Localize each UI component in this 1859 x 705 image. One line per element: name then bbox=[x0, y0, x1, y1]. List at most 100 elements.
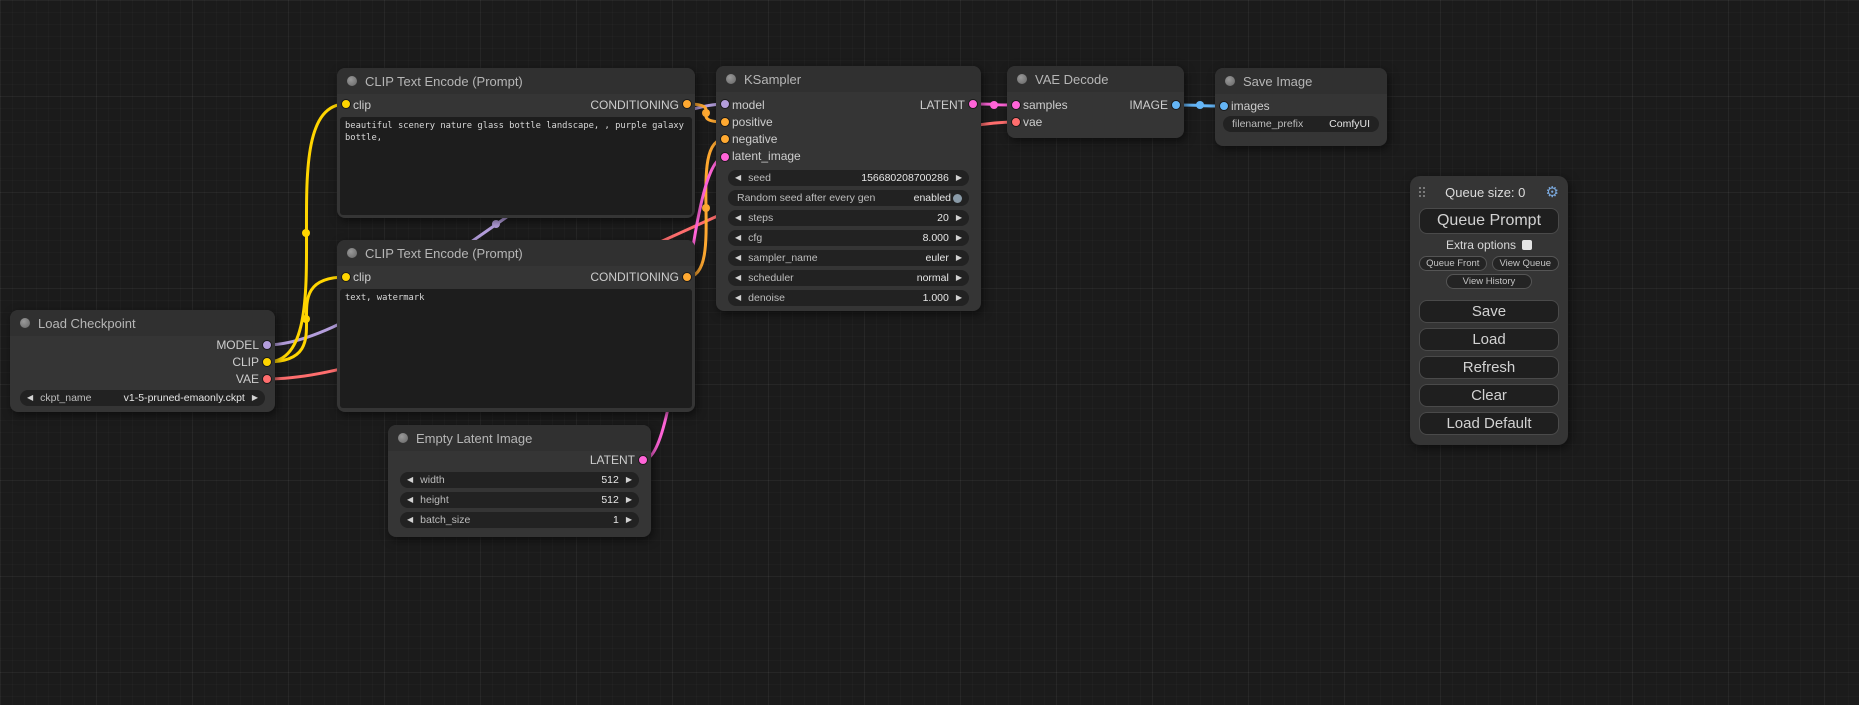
node-clip-text-encode-positive[interactable]: CLIP Text Encode (Prompt) clip CONDITION… bbox=[337, 68, 695, 218]
cfg-widget[interactable]: ◀ cfg 8.000 ▶ bbox=[728, 230, 969, 246]
widget-value: normal bbox=[917, 272, 949, 284]
widget-value: euler bbox=[925, 252, 948, 264]
decrement-arrow-icon[interactable]: ◀ bbox=[27, 394, 33, 402]
widget-value: ComfyUI bbox=[1329, 118, 1370, 130]
wire-midpoint-dot bbox=[702, 204, 710, 212]
output-label-vae: VAE bbox=[236, 372, 259, 386]
wire-clip-to-negative bbox=[267, 277, 346, 362]
extra-options-label: Extra options bbox=[1446, 238, 1516, 252]
queue-prompt-button[interactable]: Queue Prompt bbox=[1419, 208, 1559, 234]
decrement-arrow-icon[interactable]: ◀ bbox=[735, 254, 741, 262]
node-clip-text-encode-negative[interactable]: CLIP Text Encode (Prompt) clip CONDITION… bbox=[337, 240, 695, 412]
increment-arrow-icon[interactable]: ▶ bbox=[626, 516, 632, 524]
widget-value: 1.000 bbox=[923, 292, 949, 304]
drag-handle-icon[interactable] bbox=[1419, 187, 1425, 197]
decrement-arrow-icon[interactable]: ◀ bbox=[735, 214, 741, 222]
height-widget[interactable]: ◀ height 512 ▶ bbox=[400, 492, 639, 508]
wire-midpoint-dot bbox=[492, 220, 500, 228]
node-ksampler[interactable]: KSampler model LATENT positive negative … bbox=[716, 66, 981, 311]
scheduler-widget[interactable]: ◀ scheduler normal ▶ bbox=[728, 270, 969, 286]
decrement-arrow-icon[interactable]: ◀ bbox=[407, 476, 413, 484]
widget-label: width bbox=[420, 474, 445, 486]
increment-arrow-icon[interactable]: ▶ bbox=[626, 476, 632, 484]
wire-midpoint-dot bbox=[302, 229, 310, 237]
decrement-arrow-icon[interactable]: ◀ bbox=[735, 274, 741, 282]
input-label-clip: clip bbox=[353, 98, 371, 112]
random-seed-toggle-widget[interactable]: Random seed after every gen enabled bbox=[728, 190, 969, 206]
queue-menu-panel: Queue size: 0 ⚙ Queue Prompt Extra optio… bbox=[1410, 176, 1568, 445]
increment-arrow-icon[interactable]: ▶ bbox=[956, 254, 962, 262]
widget-label: ckpt_name bbox=[40, 392, 91, 404]
steps-widget[interactable]: ◀ steps 20 ▶ bbox=[728, 210, 969, 226]
collapse-dot-icon[interactable] bbox=[398, 433, 408, 443]
wire-midpoint-dot bbox=[1196, 101, 1204, 109]
increment-arrow-icon[interactable]: ▶ bbox=[956, 274, 962, 282]
sampler-name-widget[interactable]: ◀ sampler_name euler ▶ bbox=[728, 250, 969, 266]
ckpt-name-widget[interactable]: ◀ ckpt_name v1-5-pruned-emaonly.ckpt ▶ bbox=[20, 390, 265, 406]
widget-label: cfg bbox=[748, 232, 762, 244]
node-title-bar[interactable]: Empty Latent Image bbox=[388, 425, 651, 451]
prompt-textarea[interactable]: beautiful scenery nature glass bottle la… bbox=[340, 117, 692, 215]
decrement-arrow-icon[interactable]: ◀ bbox=[735, 294, 741, 302]
collapse-dot-icon[interactable] bbox=[20, 318, 30, 328]
increment-arrow-icon[interactable]: ▶ bbox=[956, 294, 962, 302]
widget-label: sampler_name bbox=[748, 252, 817, 264]
load-button[interactable]: Load bbox=[1419, 328, 1559, 351]
widget-label: scheduler bbox=[748, 272, 794, 284]
collapse-dot-icon[interactable] bbox=[347, 248, 357, 258]
view-history-button[interactable]: View History bbox=[1446, 274, 1533, 289]
settings-gear-icon[interactable]: ⚙ bbox=[1546, 185, 1559, 200]
widget-value: 1 bbox=[613, 514, 619, 526]
output-label-latent: LATENT bbox=[920, 98, 965, 112]
collapse-dot-icon[interactable] bbox=[1017, 74, 1027, 84]
node-empty-latent-image[interactable]: Empty Latent Image LATENT ◀ width 512 ▶ … bbox=[388, 425, 651, 537]
input-label-model: model bbox=[732, 98, 765, 112]
refresh-button[interactable]: Refresh bbox=[1419, 356, 1559, 379]
increment-arrow-icon[interactable]: ▶ bbox=[626, 496, 632, 504]
view-queue-button[interactable]: View Queue bbox=[1492, 256, 1560, 271]
save-button[interactable]: Save bbox=[1419, 300, 1559, 323]
extra-options-checkbox[interactable] bbox=[1522, 240, 1532, 250]
decrement-arrow-icon[interactable]: ◀ bbox=[735, 234, 741, 242]
input-label-negative: negative bbox=[732, 132, 777, 146]
collapse-dot-icon[interactable] bbox=[726, 74, 736, 84]
decrement-arrow-icon[interactable]: ◀ bbox=[407, 516, 413, 524]
batch-size-widget[interactable]: ◀ batch_size 1 ▶ bbox=[400, 512, 639, 528]
prompt-textarea[interactable]: text, watermark bbox=[340, 289, 692, 408]
node-vae-decode[interactable]: VAE Decode samples IMAGE vae bbox=[1007, 66, 1184, 138]
input-label-positive: positive bbox=[732, 115, 773, 129]
queue-front-button[interactable]: Queue Front bbox=[1419, 256, 1487, 271]
collapse-dot-icon[interactable] bbox=[347, 76, 357, 86]
widget-label: seed bbox=[748, 172, 771, 184]
node-title-bar[interactable]: VAE Decode bbox=[1007, 66, 1184, 92]
widget-value: 8.000 bbox=[923, 232, 949, 244]
node-title: Save Image bbox=[1243, 74, 1312, 89]
filename-prefix-widget[interactable]: filename_prefix ComfyUI bbox=[1223, 116, 1379, 132]
input-label-images: images bbox=[1231, 99, 1270, 113]
widget-label: height bbox=[420, 494, 449, 506]
node-title: Load Checkpoint bbox=[38, 316, 136, 331]
decrement-arrow-icon[interactable]: ◀ bbox=[407, 496, 413, 504]
widget-value: v1-5-pruned-emaonly.ckpt bbox=[124, 392, 245, 404]
increment-arrow-icon[interactable]: ▶ bbox=[252, 394, 258, 402]
decrement-arrow-icon[interactable]: ◀ bbox=[735, 174, 741, 182]
node-title-bar[interactable]: CLIP Text Encode (Prompt) bbox=[337, 240, 695, 266]
denoise-widget[interactable]: ◀ denoise 1.000 ▶ bbox=[728, 290, 969, 306]
load-default-button[interactable]: Load Default bbox=[1419, 412, 1559, 435]
toggle-dot-icon[interactable] bbox=[953, 194, 962, 203]
width-widget[interactable]: ◀ width 512 ▶ bbox=[400, 472, 639, 488]
node-title-bar[interactable]: KSampler bbox=[716, 66, 981, 92]
node-title-bar[interactable]: CLIP Text Encode (Prompt) bbox=[337, 68, 695, 94]
node-title-bar[interactable]: Save Image bbox=[1215, 68, 1387, 94]
increment-arrow-icon[interactable]: ▶ bbox=[956, 174, 962, 182]
node-load-checkpoint[interactable]: Load Checkpoint MODEL CLIP VAE ◀ ckpt_na… bbox=[10, 310, 275, 412]
node-save-image[interactable]: Save Image images filename_prefix ComfyU… bbox=[1215, 68, 1387, 146]
node-title: CLIP Text Encode (Prompt) bbox=[365, 246, 523, 261]
clear-button[interactable]: Clear bbox=[1419, 384, 1559, 407]
collapse-dot-icon[interactable] bbox=[1225, 76, 1235, 86]
node-title-bar[interactable]: Load Checkpoint bbox=[10, 310, 275, 336]
seed-widget[interactable]: ◀ seed 156680208700286 ▶ bbox=[728, 170, 969, 186]
increment-arrow-icon[interactable]: ▶ bbox=[956, 234, 962, 242]
increment-arrow-icon[interactable]: ▶ bbox=[956, 214, 962, 222]
widget-label: Random seed after every gen bbox=[737, 192, 875, 204]
